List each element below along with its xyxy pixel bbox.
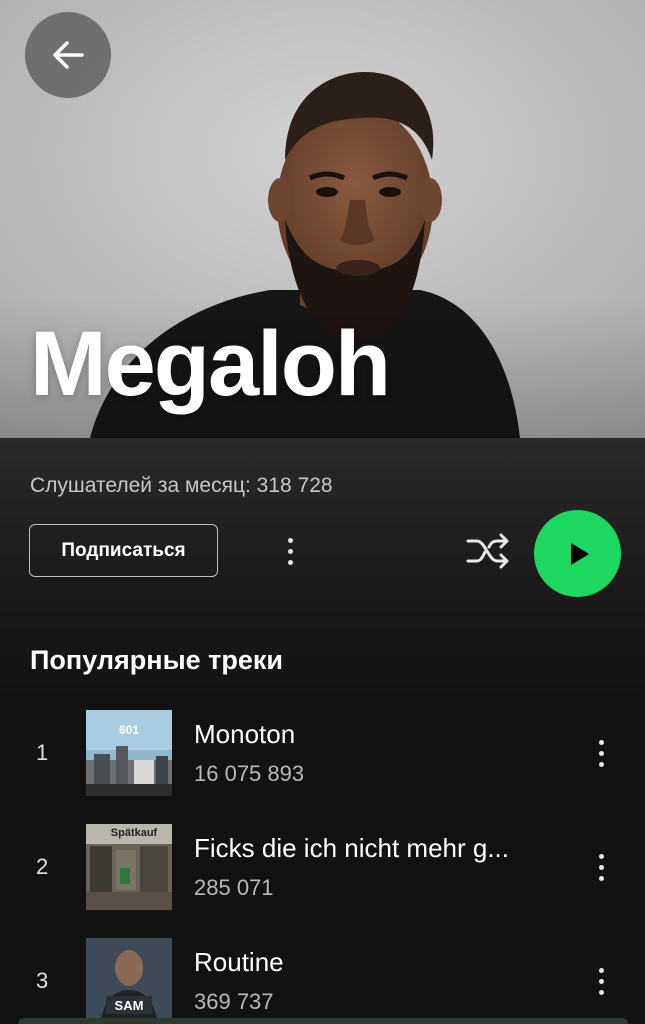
monthly-listeners: Слушателей за месяц: 318 728	[30, 474, 333, 497]
back-arrow-icon	[53, 41, 84, 69]
popular-tracks-heading: Популярные треки	[30, 645, 283, 675]
play-icon	[570, 542, 589, 565]
track-title: Monoton	[194, 719, 296, 749]
more-vertical-icon-dot	[598, 989, 604, 995]
track-more-button[interactable]	[586, 732, 616, 774]
more-vertical-icon-dot	[598, 864, 604, 870]
more-vertical-icon	[287, 537, 293, 543]
shuffle-button[interactable]	[462, 528, 514, 574]
track-title: Ficks die ich nicht mehr g...	[194, 833, 509, 863]
track-number: 3	[36, 968, 49, 993]
more-vertical-icon-dot	[598, 750, 604, 756]
track-number: 1	[36, 740, 49, 765]
more-vertical-icon-dot	[598, 875, 604, 881]
artist-content: Слушателей за месяц: 318 728 Подписаться…	[0, 438, 645, 1024]
artist-name: Megaloh	[30, 313, 391, 415]
cover-text: Spätkauf	[111, 827, 158, 839]
track-cover-art: 601	[86, 710, 172, 796]
track-play-count: 285 071	[194, 875, 274, 900]
more-vertical-icon-dot	[598, 978, 604, 984]
track-more-button[interactable]	[586, 960, 616, 1002]
track-number: 2	[36, 854, 49, 879]
more-vertical-icon	[598, 853, 604, 859]
track-row[interactable]: 1 601 Monoton 16 075 893	[0, 710, 645, 800]
track-cover-art: Spätkauf	[86, 824, 172, 910]
back-button[interactable]	[25, 12, 111, 98]
shuffle-icon	[466, 533, 509, 569]
track-row[interactable]: 3 SAM Routine 369 737	[0, 938, 645, 1024]
mini-player-edge[interactable]	[18, 1018, 628, 1024]
cover-text: SAM	[115, 998, 144, 1013]
cover-text: 601	[119, 723, 139, 737]
follow-button[interactable]: Подписаться	[29, 524, 218, 577]
more-vertical-icon	[598, 739, 604, 745]
more-vertical-icon	[598, 967, 604, 973]
track-cover-art: SAM	[86, 938, 172, 1024]
track-play-count: 16 075 893	[194, 761, 305, 786]
track-play-count: 369 737	[194, 989, 274, 1014]
more-vertical-icon-dot	[287, 559, 293, 565]
more-options-button[interactable]	[272, 530, 308, 572]
track-more-button[interactable]	[586, 846, 616, 888]
track-row[interactable]: 2 Spätkauf Ficks die ich nicht mehr g...…	[0, 824, 645, 914]
track-title: Routine	[194, 947, 284, 977]
more-vertical-icon-dot	[598, 761, 604, 767]
more-vertical-icon-dot	[287, 548, 293, 554]
play-button[interactable]	[534, 510, 621, 597]
